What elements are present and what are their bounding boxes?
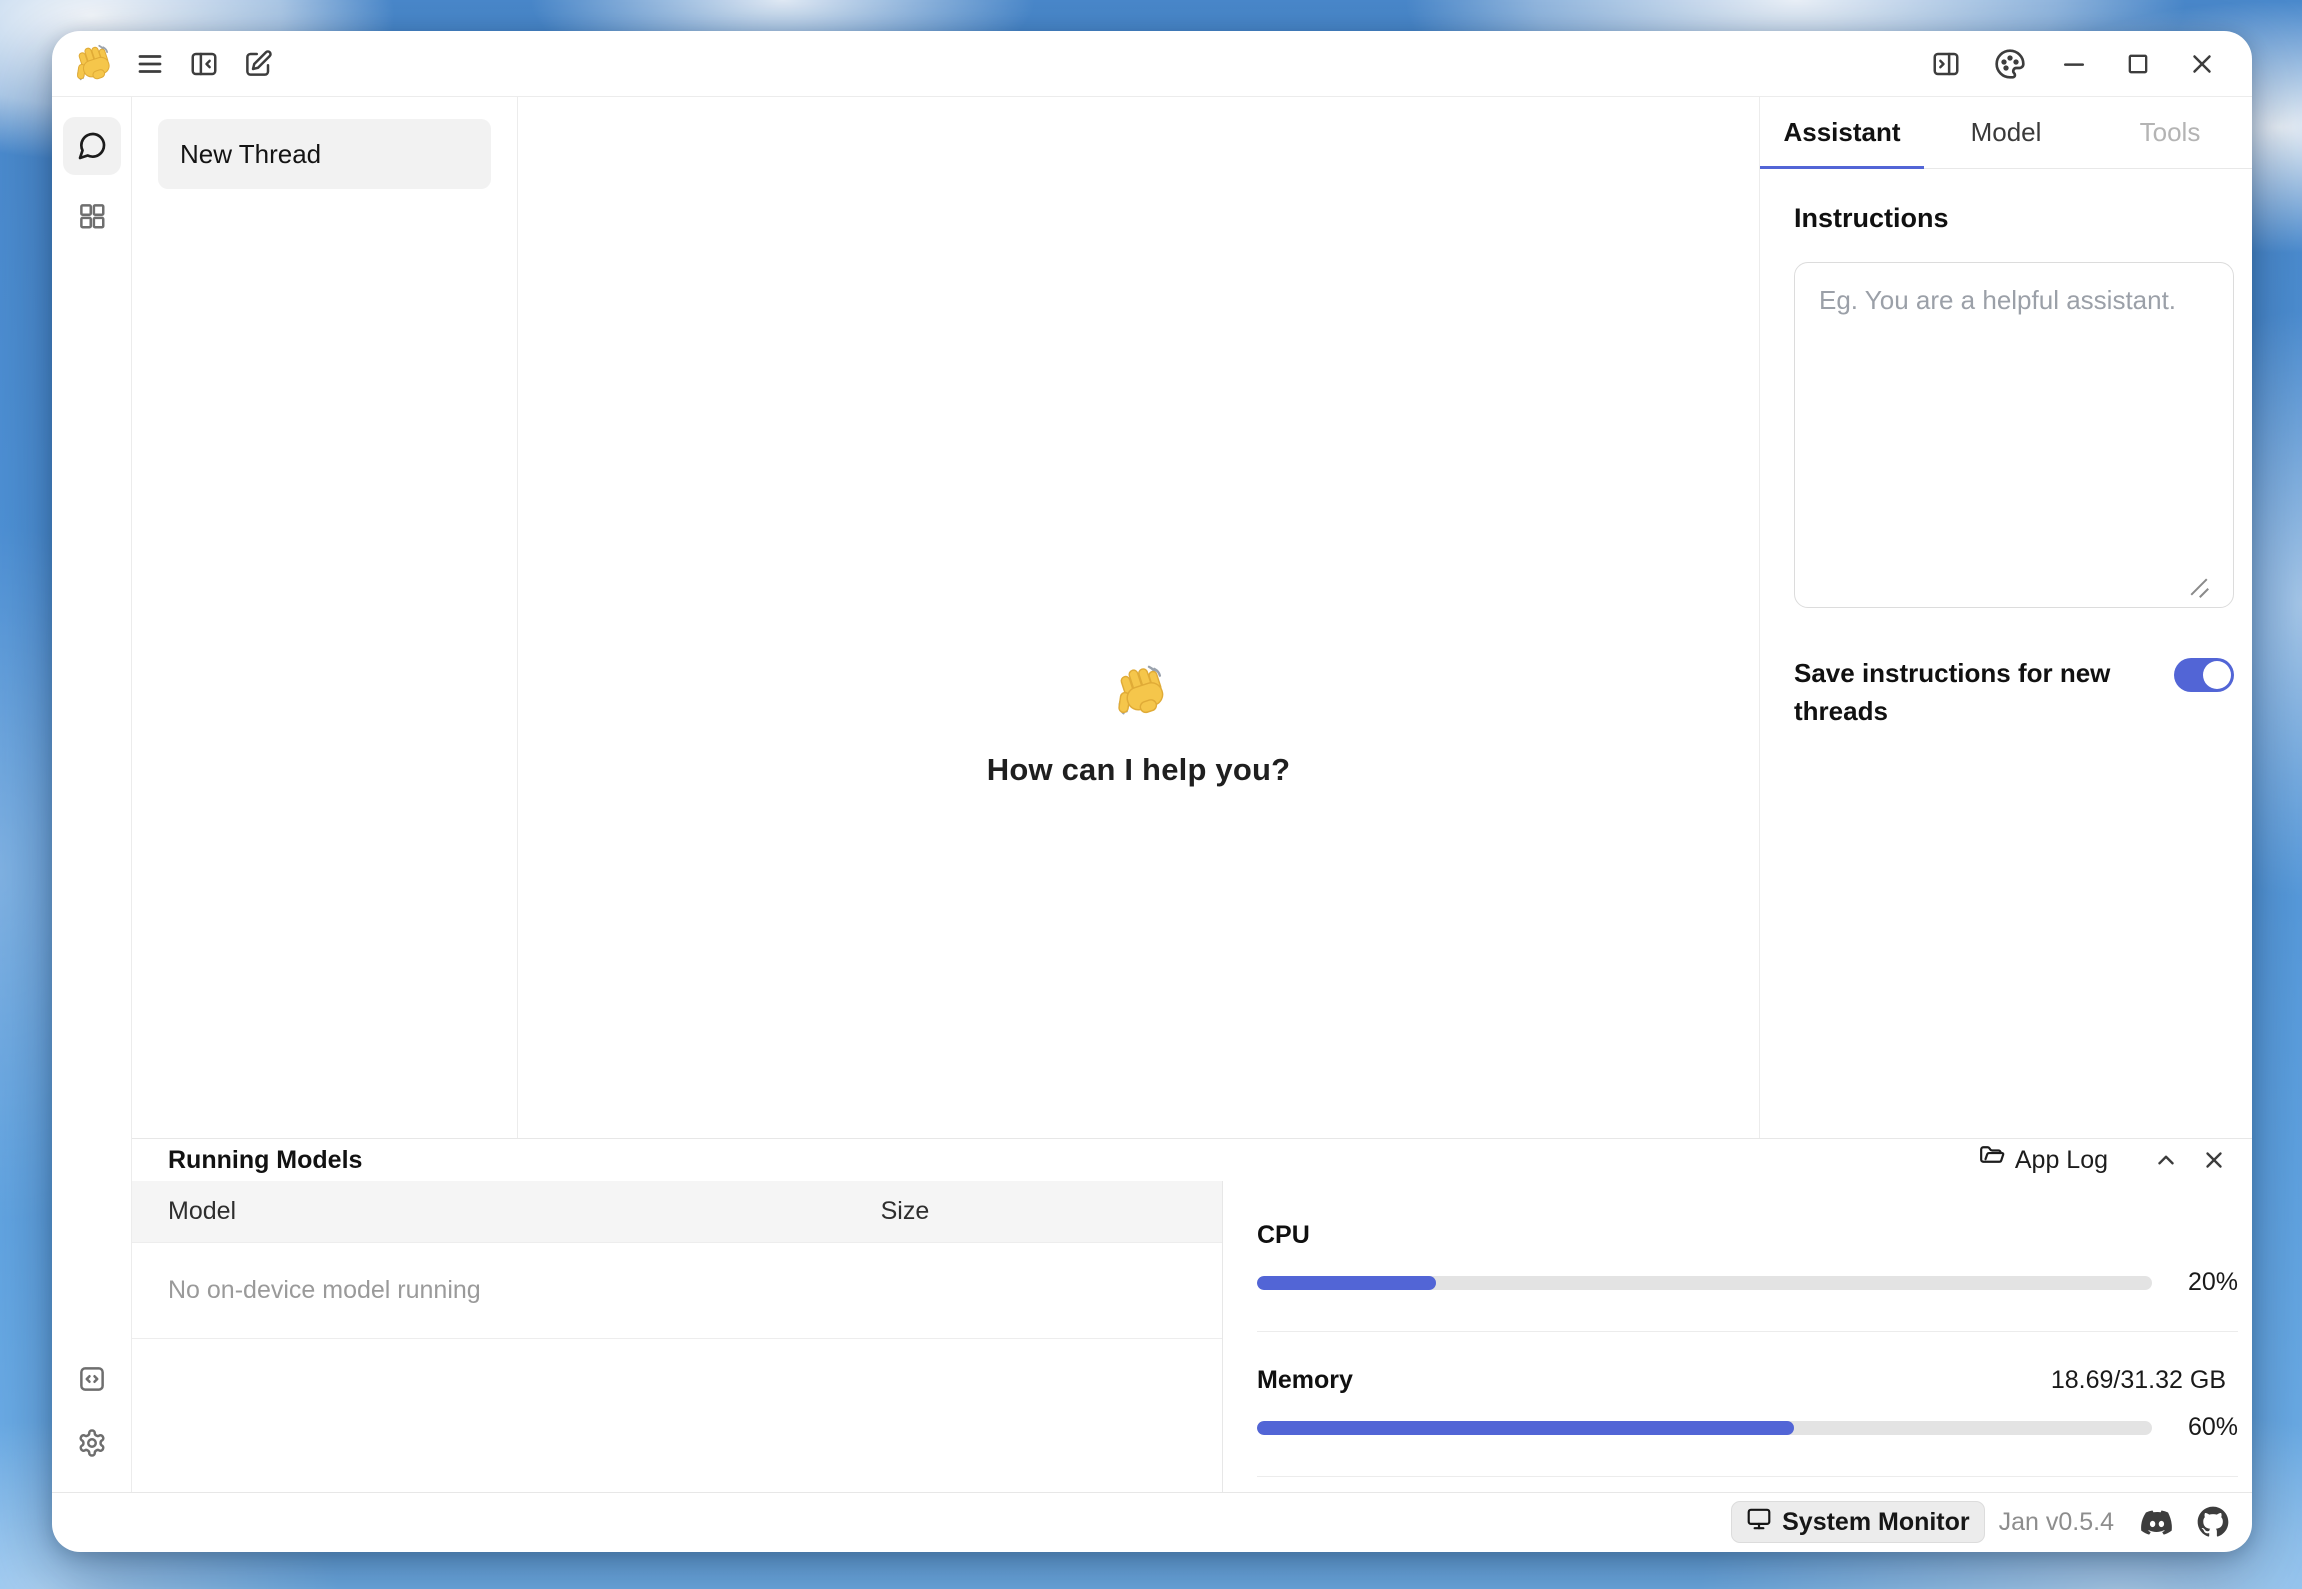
save-instructions-toggle[interactable] — [2174, 658, 2234, 692]
hamburger-menu-icon[interactable] — [130, 44, 170, 84]
close-icon[interactable] — [2182, 44, 2222, 84]
running-models-title: Running Models — [168, 1146, 362, 1175]
instructions-input[interactable] — [1794, 262, 2234, 608]
left-rail — [52, 97, 132, 1492]
toggle-knob — [2203, 661, 2231, 689]
system-monitor-panel: Running Models App Log — [132, 1138, 2252, 1492]
minimize-icon[interactable] — [2054, 44, 2094, 84]
maximize-icon[interactable] — [2118, 44, 2158, 84]
thread-list-panel: New Thread — [132, 97, 518, 1138]
cpu-label: CPU — [1257, 1221, 1310, 1250]
cpu-progress-fill — [1257, 1276, 1436, 1290]
table-header-row: Model Size — [132, 1181, 1222, 1243]
memory-usage-value: 18.69/31.32 GB — [2051, 1366, 2226, 1395]
chat-main-area: How can I help you? — [518, 97, 1760, 1138]
status-bar: System Monitor Jan v0.5.4 — [52, 1492, 2252, 1551]
assistant-settings-panel: Assistant Model Tools Instructions Save … — [1760, 97, 2252, 1138]
column-header-model: Model — [168, 1197, 881, 1226]
folder-open-icon — [1979, 1144, 2005, 1177]
github-icon[interactable] — [2196, 1505, 2230, 1539]
memory-progress-fill — [1257, 1421, 1794, 1435]
memory-usage-row: Memory 18.69/31.32 GB 60% — [1257, 1332, 2238, 1477]
memory-percent-value: 60% — [2152, 1413, 2238, 1442]
cpu-progress-track — [1257, 1276, 2152, 1290]
column-header-size: Size — [881, 1197, 1186, 1226]
table-empty-message: No on-device model running — [132, 1243, 1222, 1339]
system-monitor-button[interactable]: System Monitor — [1731, 1501, 1985, 1543]
greeting-text: How can I help you? — [987, 752, 1291, 788]
hub-grid-icon[interactable] — [69, 193, 115, 239]
collapse-left-panel-icon[interactable] — [184, 44, 224, 84]
new-thread-compose-icon[interactable] — [238, 44, 278, 84]
waving-hand-icon — [1110, 663, 1168, 726]
app-log-button[interactable]: App Log — [1979, 1144, 2108, 1177]
jan-logo-wave-emoji — [70, 42, 114, 86]
empty-state-greeting: How can I help you? — [987, 663, 1291, 788]
settings-gear-icon[interactable] — [69, 1420, 115, 1466]
save-instructions-label: Save instructions for new threads — [1794, 654, 2124, 730]
discord-icon[interactable] — [2140, 1505, 2174, 1539]
tab-model[interactable]: Model — [1924, 97, 2088, 168]
cpu-percent-value: 20% — [2152, 1268, 2238, 1297]
app-log-label: App Log — [2015, 1146, 2108, 1175]
running-models-table: Model Size No on-device model running — [132, 1181, 1223, 1492]
titlebar — [52, 31, 2252, 97]
memory-label: Memory — [1257, 1366, 1353, 1395]
theme-palette-icon[interactable] — [1990, 44, 2030, 84]
thread-title: New Thread — [180, 139, 321, 170]
panel-tabs: Assistant Model Tools — [1760, 97, 2252, 169]
monitor-icon — [1746, 1506, 1772, 1539]
resource-monitor: CPU 20% Memory — [1223, 1181, 2252, 1492]
system-monitor-label: System Monitor — [1782, 1508, 1970, 1537]
chat-threads-icon[interactable] — [63, 117, 121, 175]
open-right-panel-icon[interactable] — [1926, 44, 1966, 84]
panel-expand-chevron-up-icon[interactable] — [2148, 1142, 2184, 1178]
tab-assistant[interactable]: Assistant — [1760, 97, 1924, 168]
thread-list-item[interactable]: New Thread — [158, 119, 491, 189]
local-api-server-icon[interactable] — [69, 1356, 115, 1402]
memory-progress-track — [1257, 1421, 2152, 1435]
app-version: Jan v0.5.4 — [1999, 1508, 2114, 1537]
instructions-heading: Instructions — [1794, 203, 2218, 234]
jan-app-window: New Thread — [52, 31, 2252, 1552]
tab-tools[interactable]: Tools — [2088, 97, 2252, 168]
cpu-usage-row: CPU 20% — [1257, 1181, 2238, 1332]
panel-close-icon[interactable] — [2196, 1142, 2232, 1178]
